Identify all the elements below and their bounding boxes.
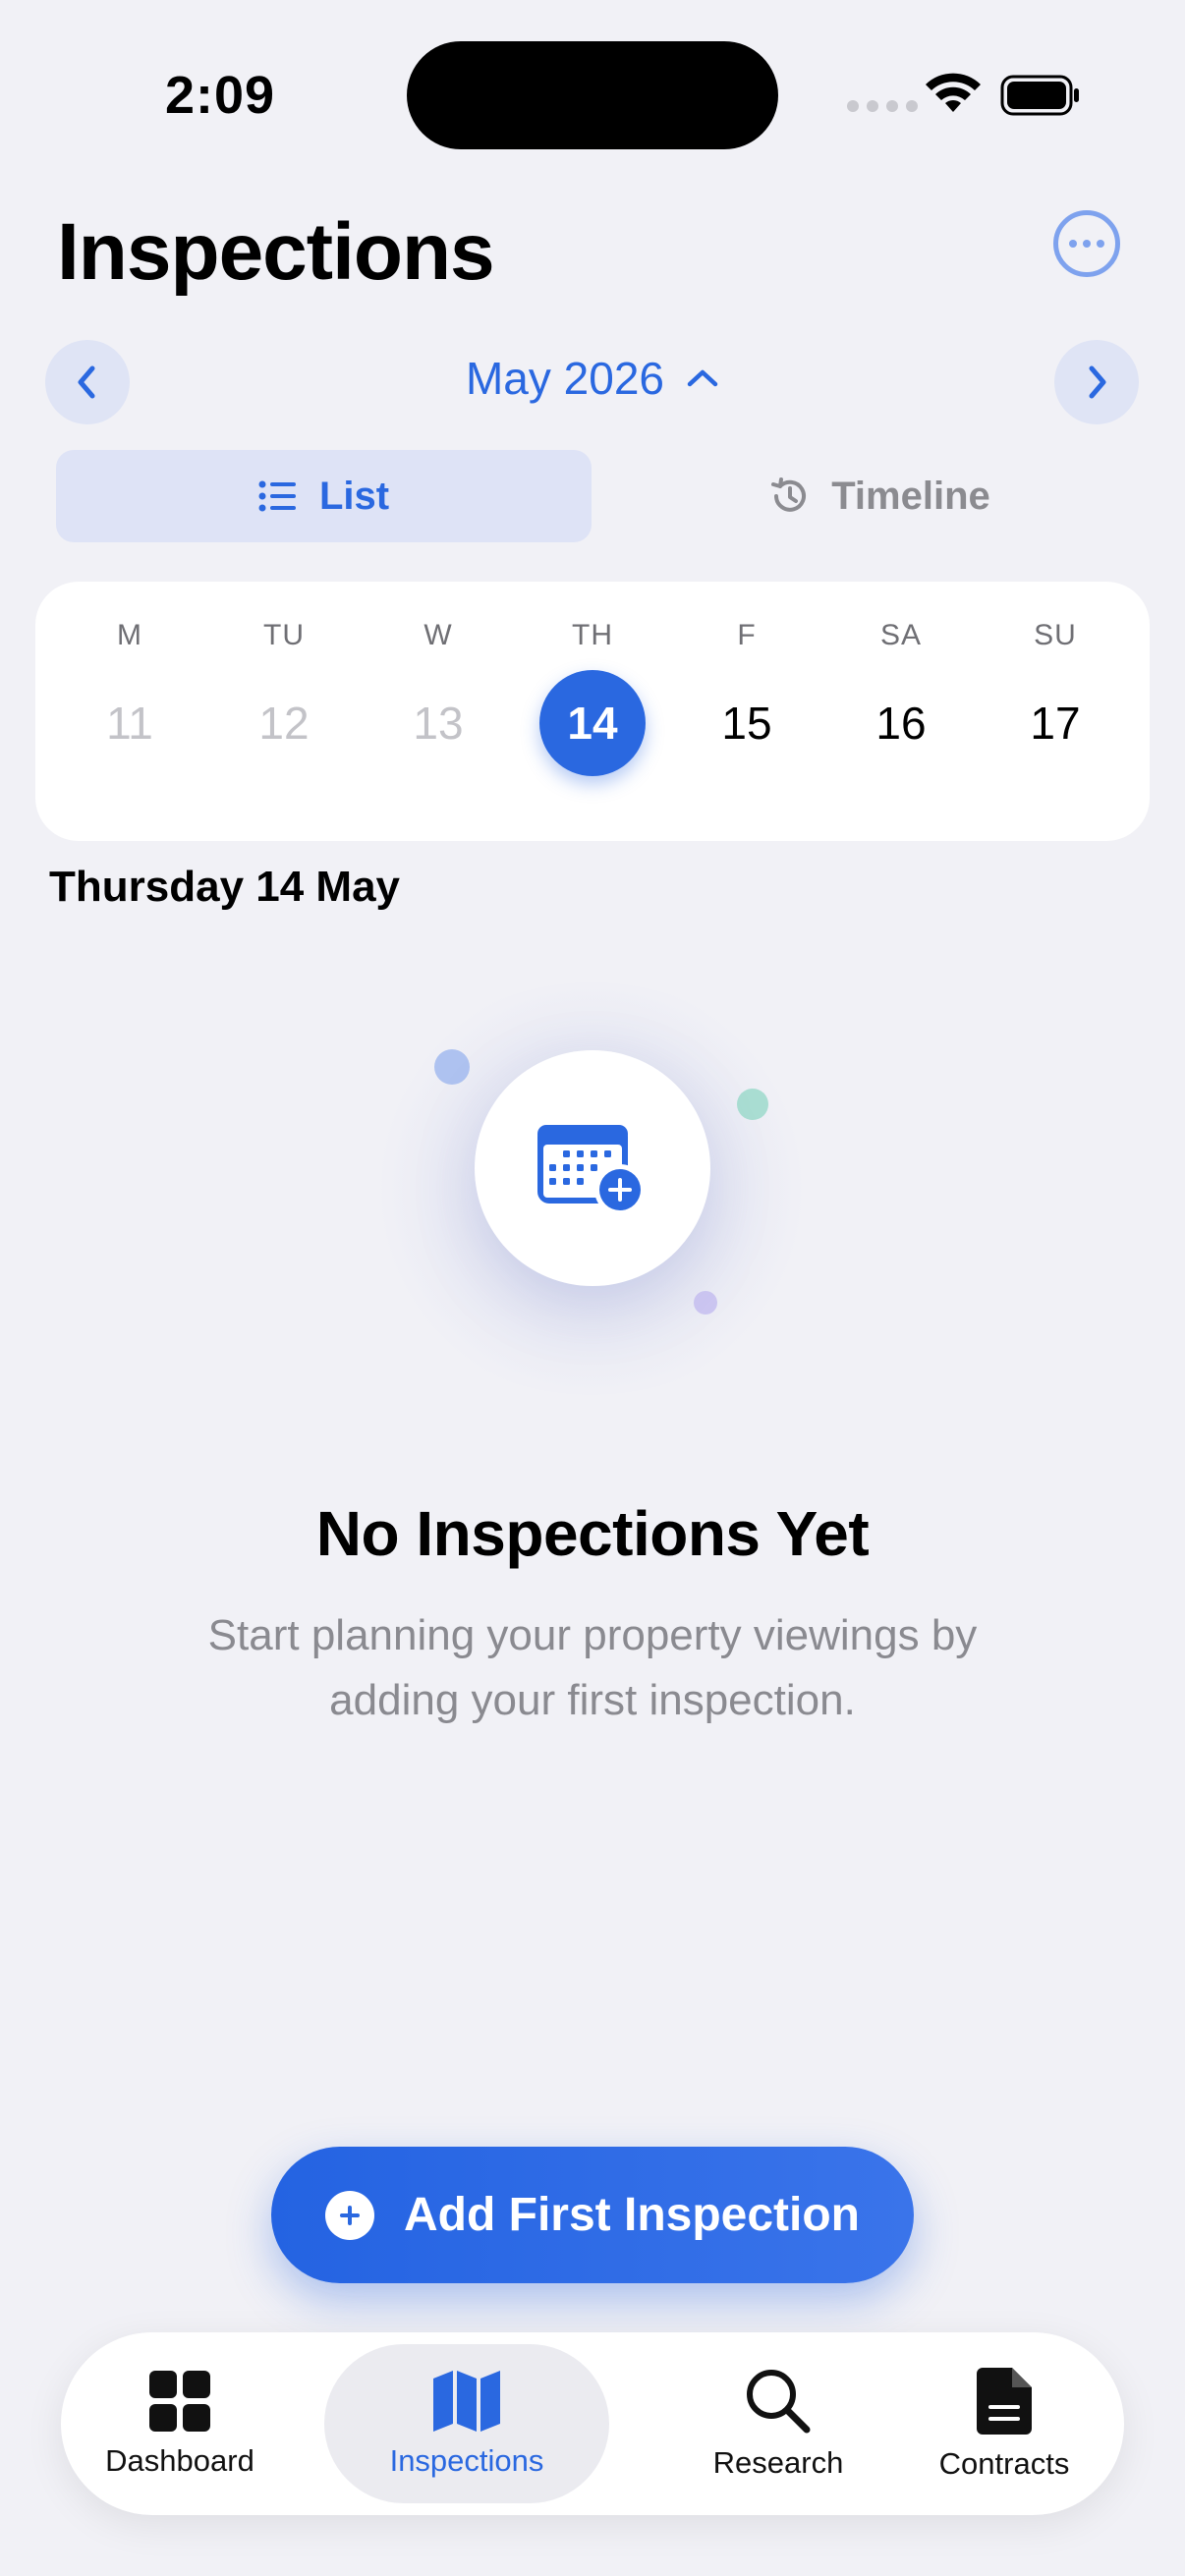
map-icon	[433, 2371, 500, 2432]
status-time: 2:09	[165, 66, 276, 125]
empty-state-subtitle: Start planning your property viewings by…	[207, 1611, 978, 1724]
day-letter: M	[117, 619, 142, 651]
tab-label: Dashboard	[105, 2443, 254, 2478]
plus-circle-icon	[324, 2190, 374, 2240]
tab-contracts[interactable]: Contracts	[886, 2344, 1122, 2503]
tab-label: Contracts	[938, 2446, 1070, 2481]
day-tuesday[interactable]: TU 12	[225, 582, 343, 776]
page-title: Inspections	[57, 207, 495, 297]
tab-label: Inspections	[389, 2443, 544, 2478]
month-label: May 2026	[465, 353, 664, 404]
cellular-signal-icon	[847, 100, 918, 112]
tab-inspections[interactable]: Inspections	[324, 2344, 609, 2503]
day-letter: TU	[263, 619, 305, 651]
add-first-inspection-label: Add First Inspection	[403, 2189, 860, 2241]
month-selector[interactable]: May 2026	[0, 352, 1185, 405]
wifi-icon	[926, 73, 981, 112]
week-strip: M 11 TU 12 W 13 TH 14 F 15 SA 16 SU 17	[35, 582, 1150, 841]
day-letter: SA	[879, 619, 923, 651]
ellipsis-circle-icon	[1069, 240, 1077, 248]
decorative-dot	[694, 1291, 717, 1315]
day-letter: SU	[1034, 619, 1077, 651]
day-number: 14	[539, 670, 646, 776]
day-number: 17	[1030, 698, 1081, 749]
day-number: 11	[106, 698, 153, 749]
grid-icon	[149, 2371, 210, 2432]
empty-state-illustration	[475, 1050, 710, 1286]
next-month-button[interactable]	[1054, 340, 1139, 424]
add-first-inspection-button[interactable]: Add First Inspection	[271, 2147, 914, 2283]
day-letter: W	[423, 619, 453, 651]
day-thursday-selected[interactable]: TH 14	[534, 582, 651, 776]
tab-bar: Dashboard Inspections Research Contracts	[61, 2332, 1124, 2515]
tab-list-label: List	[318, 474, 390, 518]
tab-timeline-view[interactable]: Timeline	[629, 450, 1130, 542]
magnifier-icon	[747, 2370, 811, 2434]
chevron-right-icon	[1089, 365, 1106, 399]
list-icon	[258, 480, 296, 512]
day-wednesday[interactable]: W 13	[379, 582, 497, 776]
tab-research[interactable]: Research	[641, 2344, 916, 2503]
dynamic-island	[407, 41, 778, 149]
day-letter: TH	[572, 619, 613, 651]
decorative-dot	[737, 1089, 768, 1120]
tab-timeline-label: Timeline	[831, 474, 990, 518]
calendar-add-icon	[537, 1125, 646, 1215]
day-number: 13	[413, 698, 464, 749]
day-number: 12	[258, 698, 310, 749]
tab-list-view[interactable]: List	[56, 450, 592, 542]
day-number: 16	[875, 698, 927, 749]
tab-dashboard[interactable]: Dashboard	[71, 2344, 289, 2503]
day-monday[interactable]: M 11	[71, 582, 189, 776]
more-options-button[interactable]	[1053, 210, 1120, 277]
empty-state-title: No Inspections Yet	[315, 1498, 870, 1569]
day-saturday[interactable]: SA 16	[842, 582, 960, 776]
chevron-up-icon	[687, 369, 718, 387]
selected-date-heading: Thursday 14 May	[49, 863, 401, 911]
decorative-dot	[434, 1049, 470, 1085]
day-letter: F	[737, 619, 757, 651]
day-sunday[interactable]: SU 17	[996, 582, 1114, 776]
clock-history-icon	[771, 477, 807, 512]
battery-icon	[1000, 75, 1079, 116]
document-icon	[977, 2368, 1032, 2435]
tab-label: Research	[712, 2445, 844, 2480]
day-number: 15	[721, 698, 772, 749]
day-friday[interactable]: F 15	[688, 582, 806, 776]
